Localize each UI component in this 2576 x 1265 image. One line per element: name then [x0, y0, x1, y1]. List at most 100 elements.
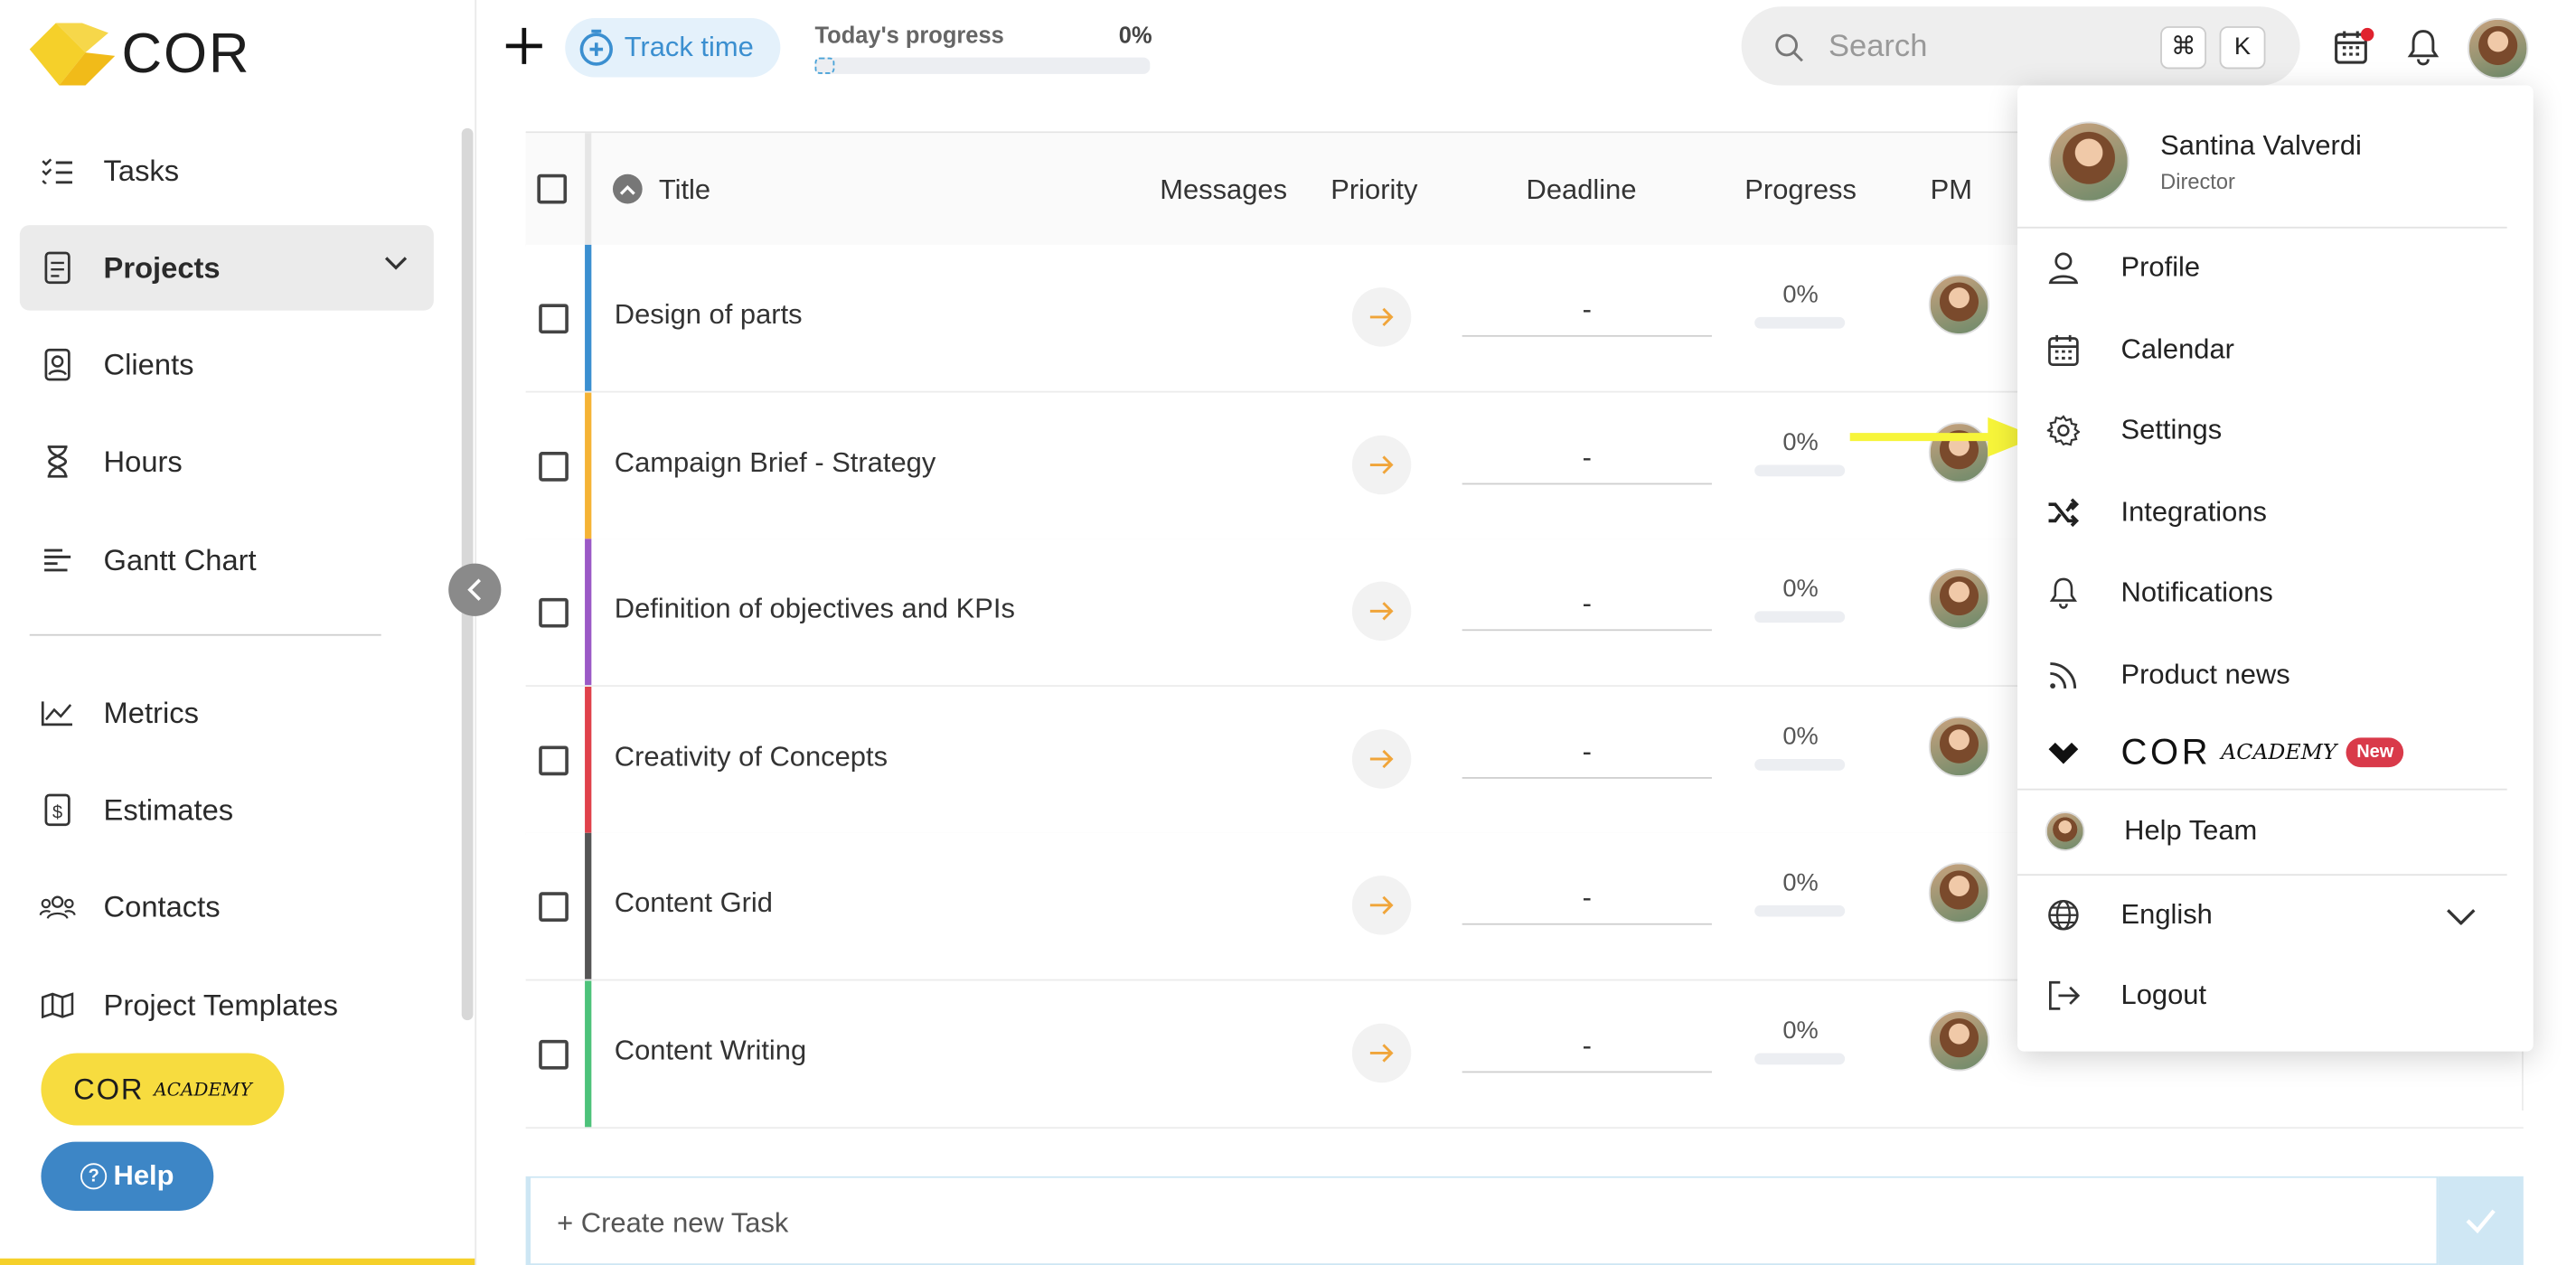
row-checkbox[interactable]	[539, 892, 569, 923]
help-team-avatar	[2045, 811, 2085, 851]
menu-item-calendar[interactable]: Calendar	[2017, 311, 2507, 389]
pm-avatar[interactable]	[1928, 274, 1990, 335]
todays-progress-label: Today's progress	[814, 21, 1004, 48]
pm-avatar[interactable]	[1928, 568, 1990, 630]
help-button[interactable]: ? Help	[41, 1141, 214, 1212]
sidebar-bottom-accent	[0, 1258, 475, 1265]
task-title[interactable]: Content Writing	[615, 1035, 806, 1067]
check-icon	[2466, 1209, 2496, 1234]
arrow-right-icon	[1369, 602, 1394, 621]
rss-icon	[2045, 657, 2082, 693]
sidebar-item-label: Estimates	[103, 792, 234, 826]
column-header-deadline[interactable]: Deadline	[1527, 174, 1637, 207]
clients-icon	[40, 347, 76, 383]
priority-button[interactable]	[1351, 1022, 1412, 1082]
progress-value: 0%	[1782, 868, 1819, 897]
calendar-button[interactable]	[2333, 27, 2374, 68]
search-bar[interactable]: Search ⌘ K	[1741, 6, 2300, 86]
pm-avatar[interactable]	[1928, 862, 1990, 923]
priority-button[interactable]	[1351, 287, 1412, 347]
chevron-down-icon[interactable]	[384, 257, 408, 271]
row-checkbox[interactable]	[539, 745, 569, 775]
add-button[interactable]	[503, 23, 545, 69]
menu-item-help-team[interactable]: Help Team	[2017, 792, 2507, 870]
menu-item-label: Integrations	[2120, 496, 2268, 528]
create-task-input[interactable]: + Create new Task	[525, 1176, 2439, 1265]
progress-value: 0%	[1782, 1016, 1819, 1045]
cor-logo[interactable]: COR	[26, 20, 250, 89]
menu-item-integrations[interactable]: Integrations	[2017, 473, 2507, 552]
task-title[interactable]: Design of parts	[615, 299, 803, 332]
priority-button[interactable]	[1351, 728, 1412, 788]
progress-bar	[1754, 611, 1846, 623]
deadline-field[interactable]: -	[1462, 294, 1712, 337]
priority-button[interactable]	[1351, 876, 1412, 935]
menu-item-label: Profile	[2120, 251, 2201, 283]
sidebar-item-project-templates[interactable]: Project Templates	[20, 962, 434, 1048]
sidebar-item-clients[interactable]: Clients	[20, 322, 434, 408]
sidebar-item-label: Tasks	[103, 154, 180, 187]
progress-value: 0%	[1782, 280, 1819, 309]
sidebar-item-estimates[interactable]: $ Estimates	[20, 767, 434, 853]
notifications-button[interactable]	[2405, 28, 2441, 68]
task-title[interactable]: Creativity of Concepts	[615, 740, 888, 773]
search-input[interactable]: Search	[1829, 30, 1927, 66]
sidebar-item-contacts[interactable]: Contacts	[20, 864, 434, 950]
progress-value: 0%	[1782, 575, 1819, 604]
column-header-messages[interactable]: Messages	[1160, 174, 1287, 207]
row-color-stripe	[585, 391, 592, 539]
select-all-checkbox[interactable]	[537, 173, 568, 204]
deadline-field[interactable]: -	[1462, 441, 1712, 484]
deadline-field[interactable]: -	[1462, 736, 1712, 778]
sidebar-item-metrics[interactable]: Metrics	[20, 670, 434, 756]
pm-avatar[interactable]	[1928, 715, 1990, 777]
priority-button[interactable]	[1351, 581, 1412, 642]
sidebar-item-projects[interactable]: Projects	[19, 225, 434, 311]
collapse-sidebar-button[interactable]	[448, 563, 502, 616]
calendar-icon	[2045, 332, 2082, 368]
hourglass-icon	[40, 444, 76, 480]
deadline-field[interactable]: -	[1462, 588, 1712, 632]
task-title[interactable]: Definition of objectives and KPIs	[615, 593, 1015, 625]
sidebar-item-tasks[interactable]: Tasks	[20, 128, 434, 214]
menu-item-settings[interactable]: Settings	[2017, 391, 2507, 470]
menu-item-logout[interactable]: Logout	[2017, 956, 2507, 1035]
user-name: Santina Valverdi	[2160, 129, 2362, 162]
user-avatar-button[interactable]	[2468, 18, 2529, 80]
column-header-title[interactable]: Title	[659, 174, 710, 207]
sort-up-icon[interactable]	[612, 173, 643, 204]
track-time-button[interactable]: Track time	[565, 18, 781, 78]
sidebar-divider	[29, 633, 381, 636]
cor-academy-button[interactable]: COR ACADEMY	[41, 1053, 285, 1126]
tasks-icon	[40, 153, 76, 189]
pm-avatar[interactable]	[1928, 1009, 1990, 1071]
menu-item-notifications[interactable]: Notifications	[2017, 554, 2507, 632]
progress-value: 0%	[1782, 722, 1819, 751]
plus-icon	[505, 27, 542, 64]
priority-button[interactable]	[1351, 434, 1412, 494]
menu-item-label: Settings	[2120, 414, 2223, 445]
column-header-priority[interactable]: Priority	[1330, 174, 1417, 207]
bell-icon	[2045, 575, 2082, 611]
menu-item-cor-academy[interactable]: COR ACADEMY New	[2017, 713, 2507, 792]
shortcut-cmd-key: ⌘	[2160, 26, 2207, 70]
sidebar-item-gantt[interactable]: Gantt Chart	[20, 518, 434, 604]
menu-item-label: Help Team	[2124, 814, 2258, 847]
row-checkbox[interactable]	[539, 1039, 569, 1069]
column-header-progress[interactable]: Progress	[1744, 174, 1857, 207]
menu-item-profile[interactable]: Profile	[2017, 229, 2507, 307]
row-checkbox[interactable]	[539, 451, 569, 481]
menu-item-language[interactable]: English	[2017, 876, 2507, 954]
menu-item-product-news[interactable]: Product news	[2017, 636, 2507, 715]
task-title[interactable]: Content Grid	[615, 887, 773, 920]
row-color-stripe	[585, 832, 592, 979]
row-checkbox[interactable]	[539, 597, 569, 628]
create-task-submit-button[interactable]	[2438, 1176, 2524, 1265]
column-header-pm[interactable]: PM	[1931, 174, 1972, 207]
deadline-field[interactable]: -	[1462, 882, 1712, 925]
task-title[interactable]: Campaign Brief - Strategy	[615, 446, 936, 479]
row-checkbox[interactable]	[539, 304, 569, 334]
gantt-icon	[40, 542, 76, 578]
sidebar-item-hours[interactable]: Hours	[20, 419, 434, 505]
deadline-field[interactable]: -	[1462, 1029, 1712, 1073]
